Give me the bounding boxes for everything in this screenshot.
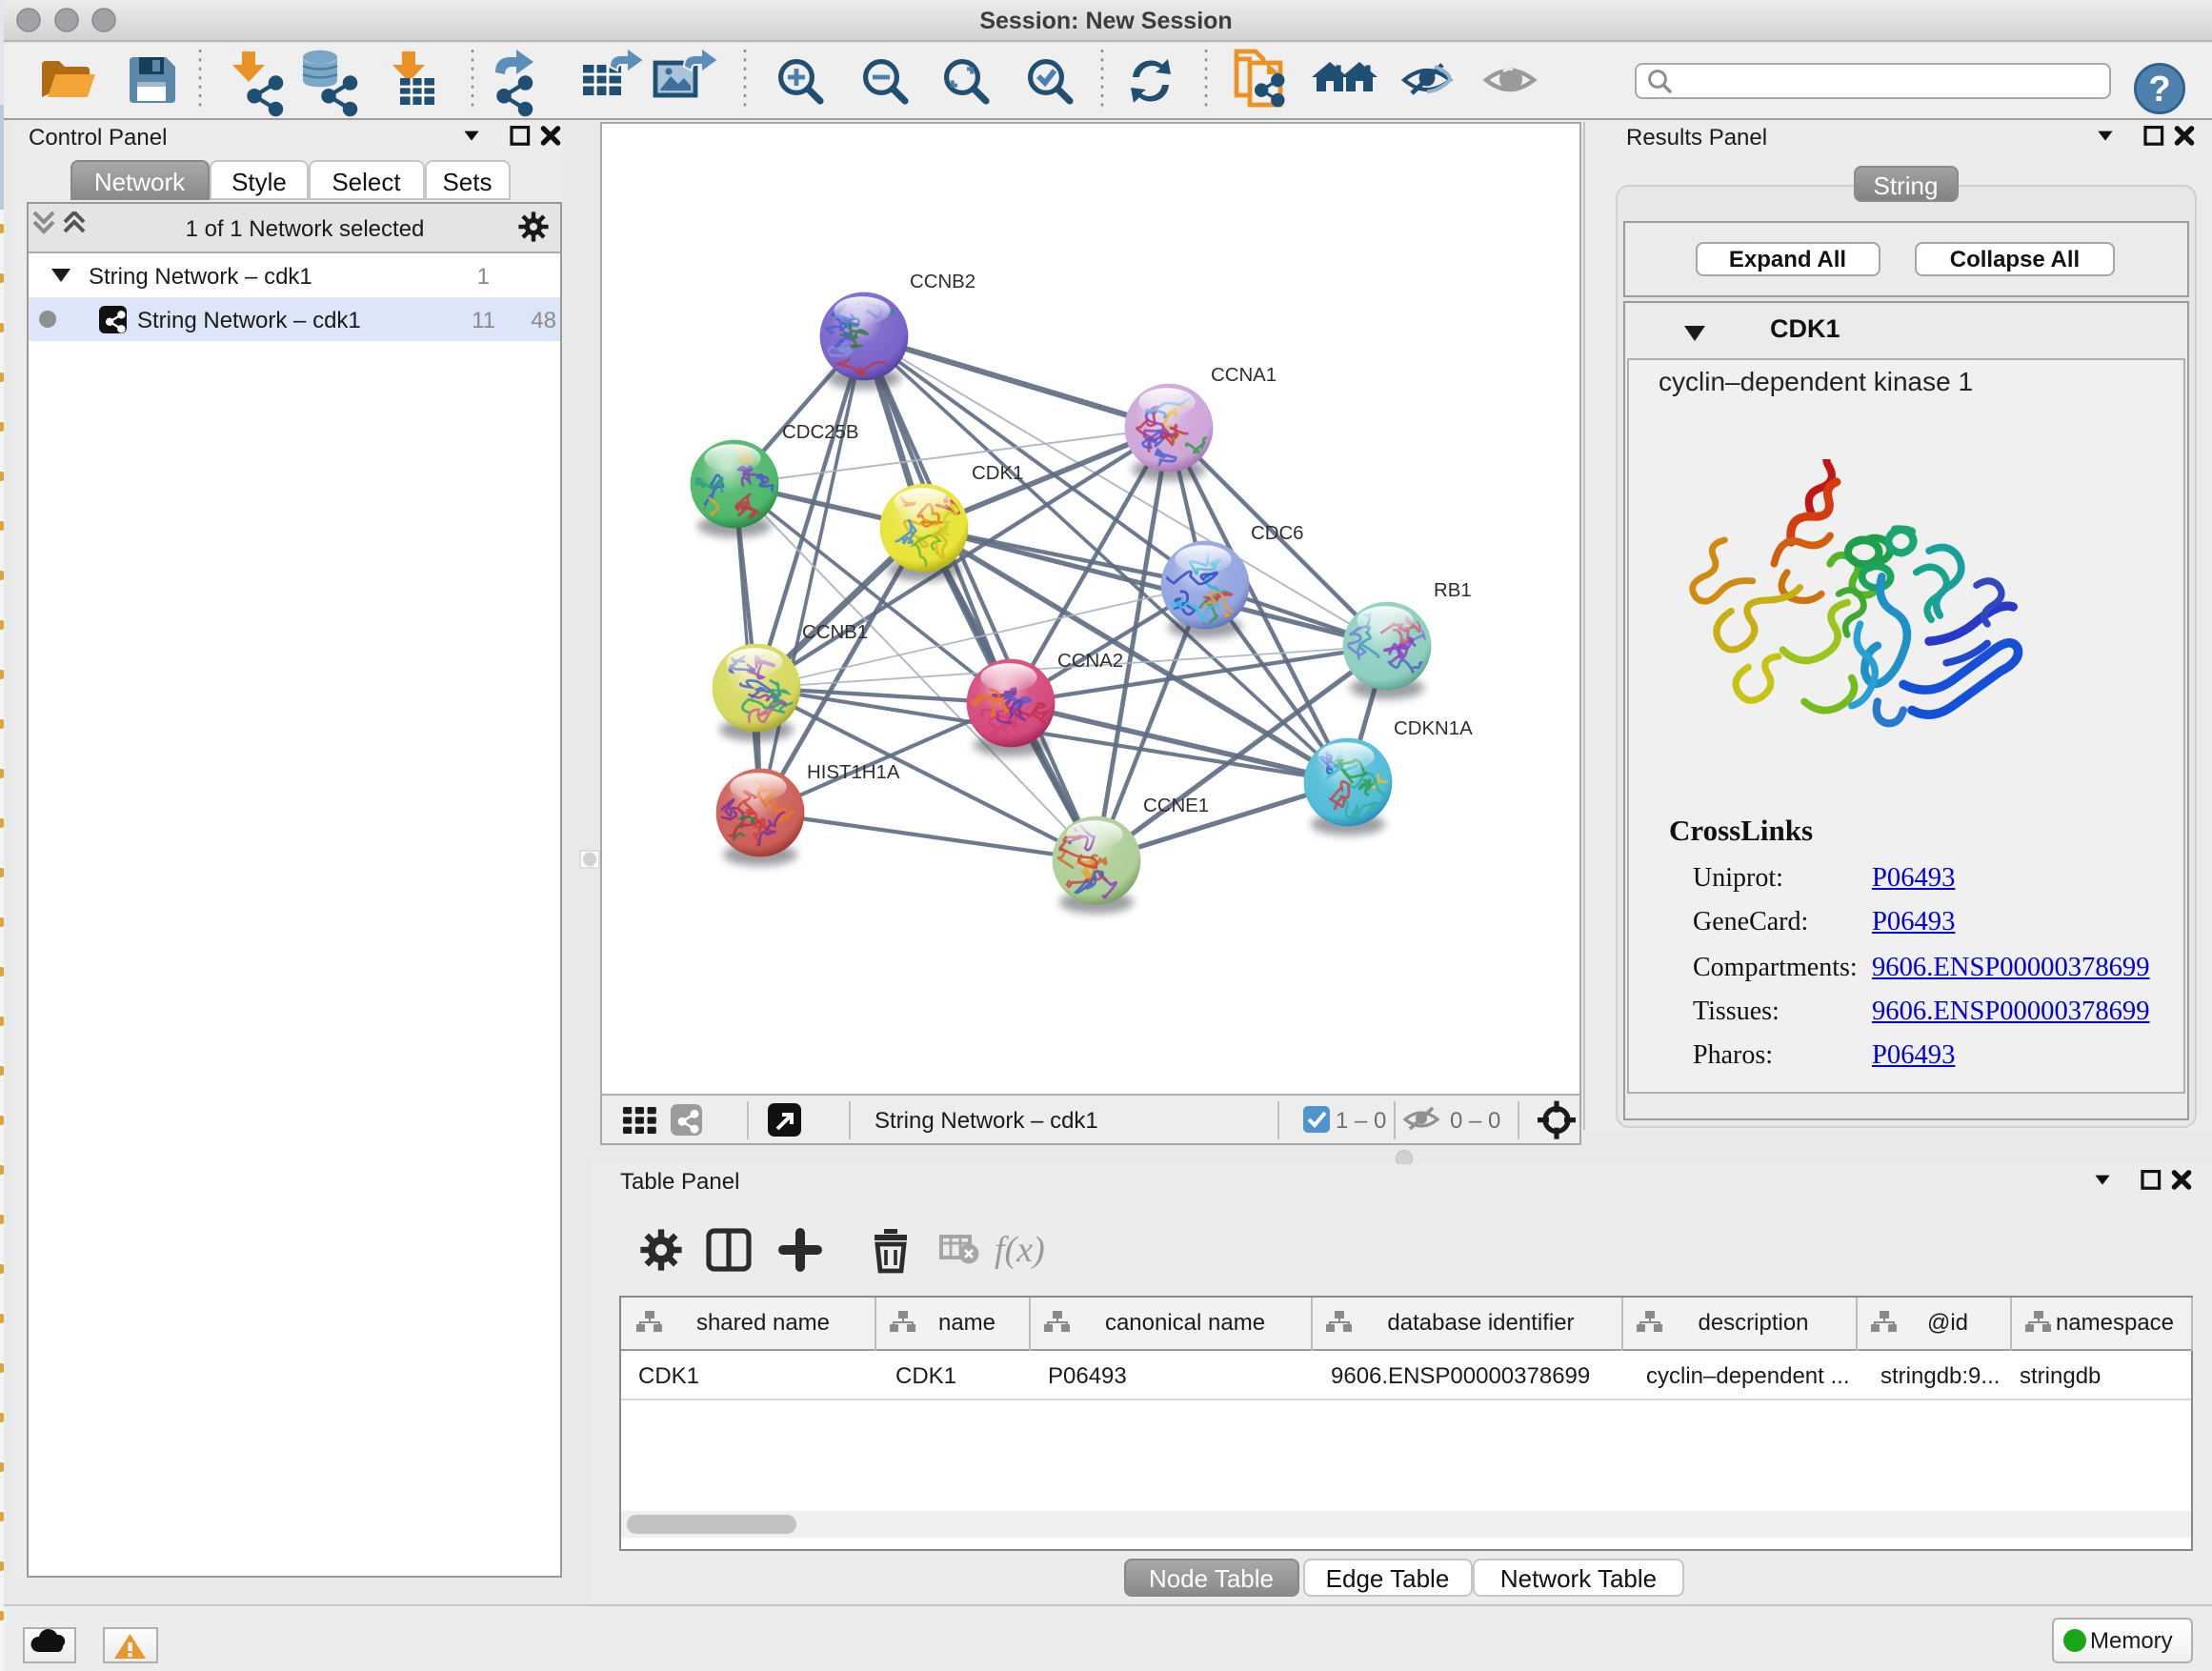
svg-text:CDKN1A: CDKN1A <box>1393 717 1472 738</box>
svg-text:CCNA2: CCNA2 <box>1056 650 1122 671</box>
svg-text:CDK1: CDK1 <box>971 462 1022 483</box>
svg-text:CCNA1: CCNA1 <box>1210 364 1276 385</box>
svg-text:f(x): f(x) <box>995 1230 1045 1270</box>
svg-text:CDC6: CDC6 <box>1250 522 1303 543</box>
svg-text:RB1: RB1 <box>1433 579 1471 600</box>
svg-text:HIST1H1A: HIST1H1A <box>806 761 899 782</box>
svg-text:CCNE1: CCNE1 <box>1142 795 1208 815</box>
svg-text:CCNB2: CCNB2 <box>909 271 975 292</box>
svg-text:?: ? <box>2148 70 2170 110</box>
svg-text:CDC25B: CDC25B <box>781 421 857 442</box>
svg-text:CCNB1: CCNB1 <box>801 621 867 642</box>
